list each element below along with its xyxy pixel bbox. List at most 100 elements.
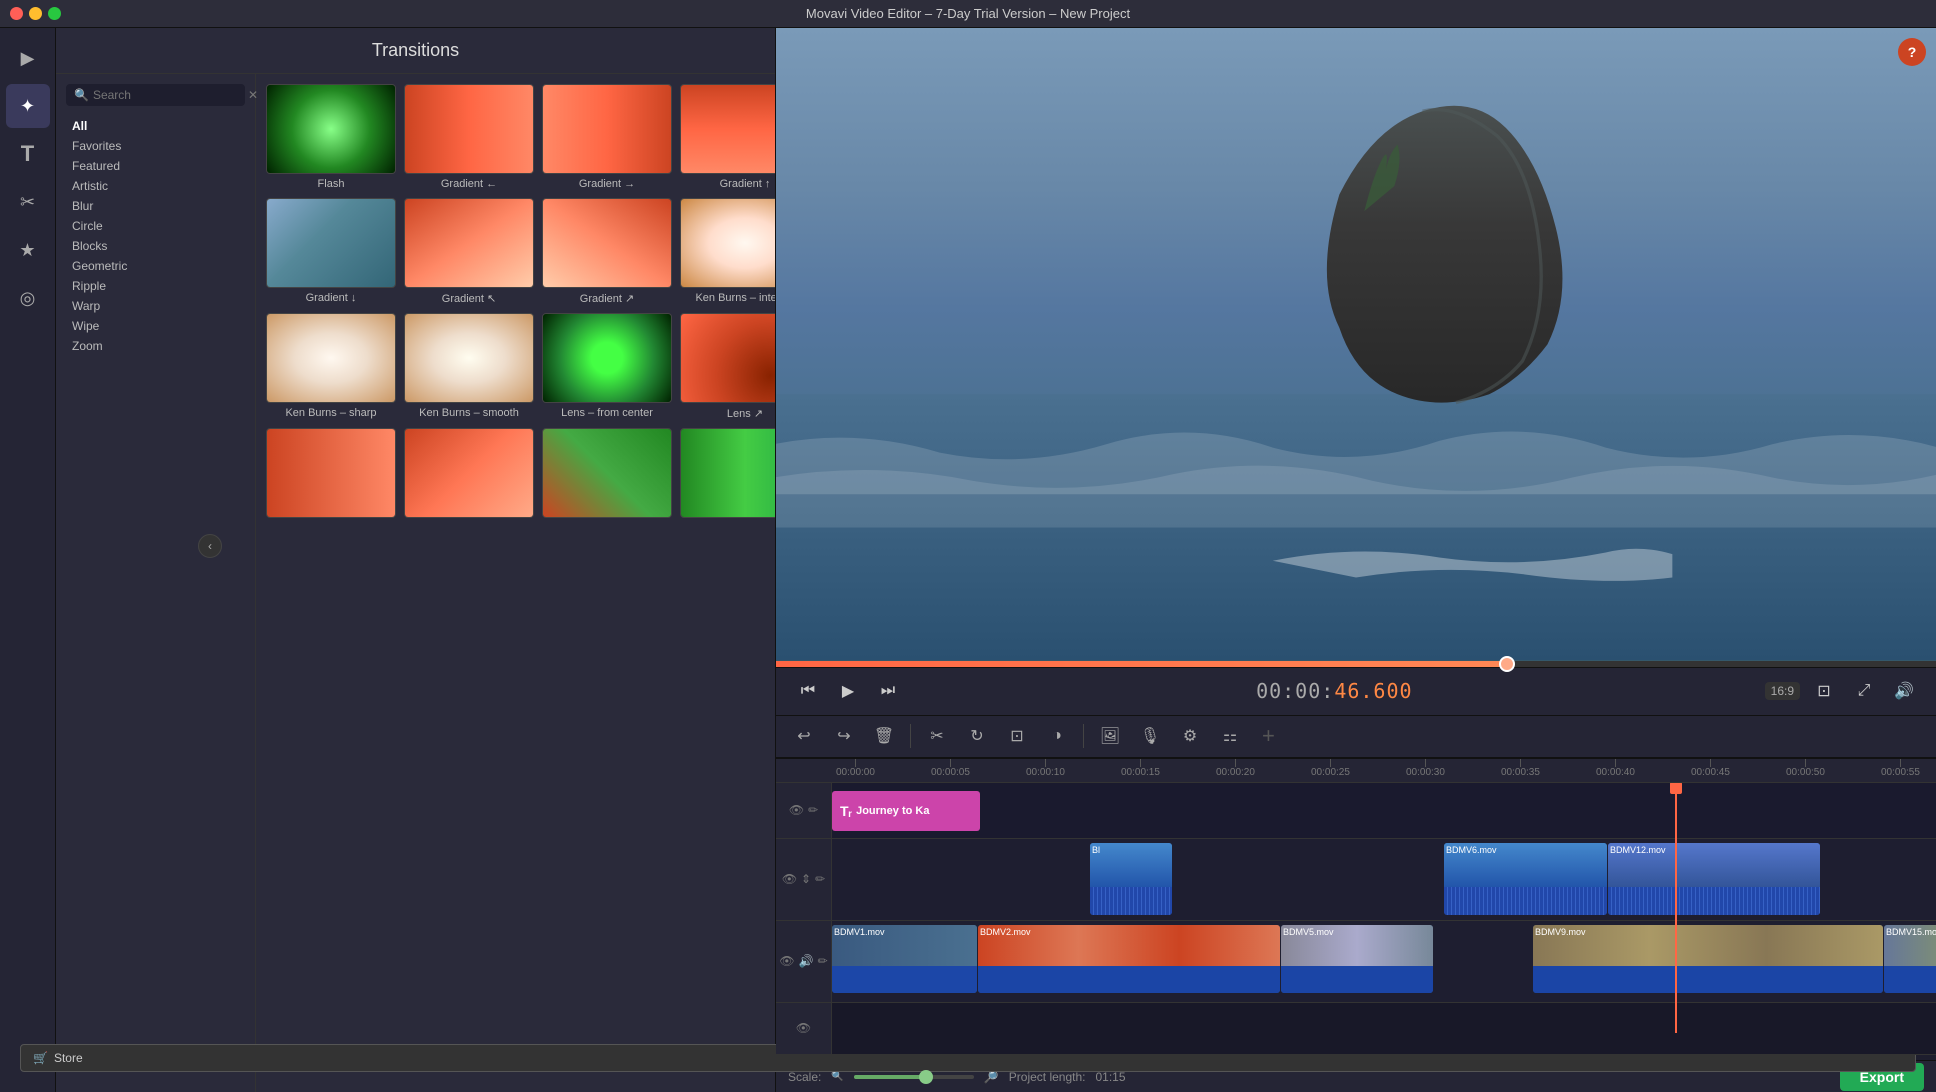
redo-button[interactable]: ↪ [826, 718, 862, 754]
fullscreen-button[interactable]: ⊡ [1808, 675, 1840, 707]
title-track-body: Tᵣ Journey to Ka [832, 783, 1936, 838]
audio-eq-button[interactable]: ⚏ [1212, 718, 1248, 754]
sidebar-item-titles[interactable]: T [6, 132, 50, 176]
add-track-button[interactable]: + [1262, 723, 1275, 749]
upper-clip-bdmv12[interactable]: BDMV12.mov [1608, 843, 1820, 915]
preview-panel: ? ⏮ ▶ ⏭ 00:00:46.600 16:9 ⊡ ⤢ 🔊 [776, 28, 1936, 715]
transition-gradient-up[interactable]: Gradient ↑ [680, 84, 775, 190]
category-ripple[interactable]: Ripple [66, 276, 245, 296]
track-lock-icon[interactable]: ⇕ [801, 872, 811, 886]
category-wipe[interactable]: Wipe [66, 316, 245, 336]
track-visibility-icon-3[interactable]: 👁 [779, 954, 794, 968]
transition-lens-diag-thumb [680, 313, 775, 403]
transition-ken-burns-intense[interactable]: Ken Burns – intense [680, 198, 775, 305]
collapse-panel-button[interactable]: ‹ [198, 534, 222, 558]
help-button[interactable]: ? [1898, 38, 1926, 66]
main-clip-bdmv15[interactable]: BDMV15.mov [1884, 925, 1936, 993]
gear-button[interactable]: ⚙ [1172, 718, 1208, 754]
upper-video-track-body: Bl BDMV6.mov [832, 839, 1936, 920]
undo-button[interactable]: ↩ [786, 718, 822, 754]
sidebar-item-edit[interactable]: ✂ [6, 180, 50, 224]
category-all[interactable]: All [66, 116, 245, 136]
play-button[interactable]: ▶ [832, 675, 864, 707]
ruler-tick-3: 00:00:15 [1121, 759, 1160, 783]
expand-button[interactable]: ⤢ [1848, 675, 1880, 707]
category-zoom[interactable]: Zoom [66, 336, 245, 356]
transition-gradient-left-thumb [404, 84, 534, 174]
main-clip-bdmv2[interactable]: BDMV2.mov [978, 925, 1280, 993]
sidebar-item-filters[interactable]: ◎ [6, 276, 50, 320]
transition-lens-diag[interactable]: Lens ↗ [680, 313, 775, 420]
category-warp[interactable]: Warp [66, 296, 245, 316]
category-favorites[interactable]: Favorites [66, 136, 245, 156]
transition-gradient-nw[interactable]: Gradient ↖ [404, 198, 534, 305]
ruler-tick-5: 00:00:25 [1311, 759, 1350, 783]
sidebar-item-stickers[interactable]: ★ [6, 228, 50, 272]
maximize-button[interactable] [48, 7, 61, 20]
transition-flash-thumb [266, 84, 396, 174]
transition-gradient-down[interactable]: Gradient ↓ [266, 198, 396, 305]
transition-gradient-ne[interactable]: Gradient ↗ [542, 198, 672, 305]
transition-gradient-left[interactable]: Gradient ← [404, 84, 534, 190]
track-visibility-icon-2[interactable]: 👁 [782, 872, 797, 886]
track-edit-icon-2[interactable]: ✏ [815, 872, 825, 886]
minimize-button[interactable] [29, 7, 42, 20]
transition-flash[interactable]: Flash [266, 84, 396, 190]
volume-button[interactable]: 🔊 [1888, 675, 1920, 707]
skip-end-button[interactable]: ⏭ [872, 675, 904, 707]
main-video-track-body: BDMV1.mov BDMV2.mov [832, 921, 1936, 1002]
transition-bottom3[interactable] [542, 428, 672, 522]
track-edit-icon-3[interactable]: ✏ [818, 954, 828, 968]
title-clip[interactable]: Tᵣ Journey to Ka [832, 791, 980, 831]
upper-video-track-row: 👁 ⇕ ✏ Bl [776, 839, 1936, 921]
sidebar-item-transitions[interactable]: ✦ [6, 84, 50, 128]
main-clip-bdmv5[interactable]: BDMV5.mov [1281, 925, 1433, 993]
transition-bottom2-thumb [404, 428, 534, 518]
category-geometric[interactable]: Geometric [66, 256, 245, 276]
close-button[interactable] [10, 7, 23, 20]
ruler-tick-10: 00:00:50 [1786, 759, 1825, 783]
upper-video-track-controls: 👁 ⇕ ✏ [776, 839, 832, 920]
transitions-categories: 🔍 ✕ All Favorites Featured Artistic Blur… [56, 74, 256, 1092]
track-audio-visibility[interactable]: 👁 [796, 1021, 811, 1035]
image-button[interactable]: 🖼 [1092, 718, 1128, 754]
skip-start-button[interactable]: ⏮ [792, 675, 824, 707]
track-audio-icon[interactable]: 🔊 [799, 954, 814, 968]
transition-ken-burns-smooth[interactable]: Ken Burns – smooth [404, 313, 534, 420]
upper-clip-bdmv6[interactable]: BDMV6.mov [1444, 843, 1607, 915]
search-input[interactable] [93, 88, 248, 102]
category-blocks[interactable]: Blocks [66, 236, 245, 256]
track-visibility-icon[interactable]: 👁 [789, 803, 804, 817]
main-video-track-controls: 👁 🔊 ✏ [776, 921, 832, 1002]
category-blur[interactable]: Blur [66, 196, 245, 216]
rotate-button[interactable]: ↻ [959, 718, 995, 754]
scale-slider[interactable] [854, 1075, 974, 1079]
category-circle[interactable]: Circle [66, 216, 245, 236]
transition-gradient-right-thumb [542, 84, 672, 174]
preview-scene [776, 28, 1936, 661]
transitions-grid: Flash Gradient ← Gradient → [256, 74, 775, 532]
ruler-tick-11: 00:00:55 [1881, 759, 1920, 783]
delete-button[interactable]: 🗑 [866, 718, 902, 754]
transition-ken-burns-intense-thumb [680, 198, 775, 288]
transition-bottom4[interactable] [680, 428, 775, 522]
transition-bottom2[interactable] [404, 428, 534, 522]
main-clip-bdmv9[interactable]: BDMV9.mov [1533, 925, 1883, 993]
main-clip-bdmv1[interactable]: BDMV1.mov [832, 925, 977, 993]
category-featured[interactable]: Featured [66, 156, 245, 176]
search-bar[interactable]: 🔍 ✕ [66, 84, 245, 106]
transition-gradient-right[interactable]: Gradient → [542, 84, 672, 190]
microphone-button[interactable]: 🎙 [1132, 718, 1168, 754]
transition-lens-from-center[interactable]: Lens – from center [542, 313, 672, 420]
transition-ken-burns-sharp[interactable]: Ken Burns – sharp [266, 313, 396, 420]
upper-clip-bl[interactable]: Bl [1090, 843, 1172, 915]
crop-button[interactable]: ⊡ [999, 718, 1035, 754]
transition-gradient-down-thumb [266, 198, 396, 288]
transition-bottom1[interactable] [266, 428, 396, 522]
color-button[interactable]: ◑ [1039, 718, 1075, 754]
preview-progress-bar[interactable] [776, 661, 1936, 667]
track-edit-icon[interactable]: ✏ [808, 803, 818, 817]
category-artistic[interactable]: Artistic [66, 176, 245, 196]
sidebar-item-media[interactable]: ▶ [6, 36, 50, 80]
cut-button[interactable]: ✂ [919, 718, 955, 754]
